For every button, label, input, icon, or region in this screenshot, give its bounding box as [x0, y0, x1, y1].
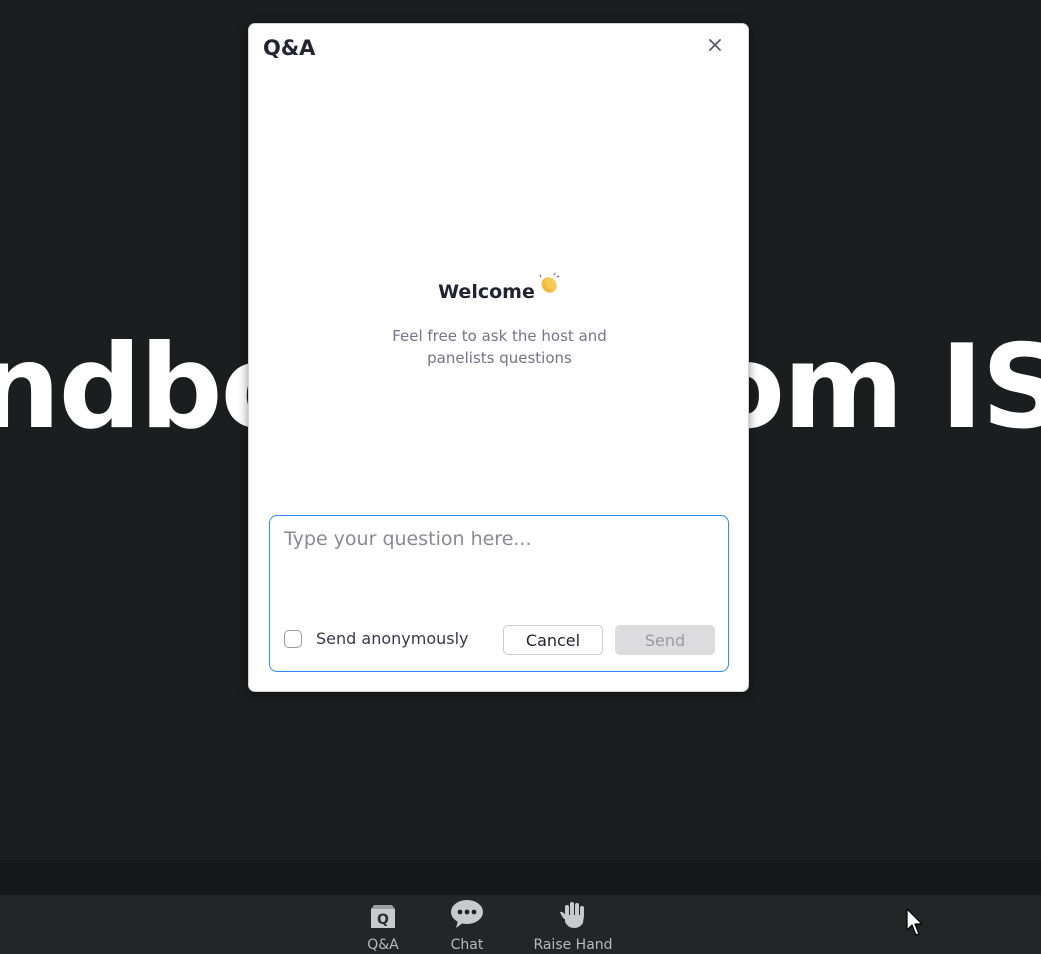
welcome-heading: Welcome — [438, 272, 561, 303]
toolbar-raise-hand-button[interactable]: Raise Hand — [520, 895, 626, 954]
raise-hand-icon — [558, 895, 588, 929]
close-icon — [709, 39, 721, 51]
cancel-button[interactable]: Cancel — [503, 625, 603, 655]
welcome-section: Welcome Feel free to ask the host and pa… — [249, 272, 750, 369]
toolbar-raise-hand-label: Raise Hand — [533, 937, 613, 953]
toolbar-qa-label: Q&A — [367, 937, 399, 953]
stage-bottom-strip — [0, 860, 1041, 895]
close-button[interactable] — [706, 36, 724, 54]
welcome-subtitle: Feel free to ask the host and panelists … — [392, 327, 607, 367]
toolbar-chat-label: Chat — [450, 937, 484, 953]
mouse-pointer-icon — [906, 908, 926, 942]
question-input[interactable] — [284, 528, 704, 598]
meeting-toolbar: Q Q&A Chat Raise Hand — [0, 895, 1041, 954]
svg-text:Q: Q — [377, 912, 389, 928]
qa-icon: Q — [368, 895, 398, 929]
chat-bubble-icon — [450, 895, 484, 929]
send-button[interactable]: Send — [615, 625, 715, 655]
qa-dialog: Q&A Welcome Feel free to ask the host an… — [248, 23, 749, 692]
send-anonymously-label: Send anonymously — [316, 629, 469, 648]
shared-screen-text-right: om IS — [705, 320, 1041, 455]
welcome-title: Welcome — [438, 281, 535, 303]
send-anonymously-checkbox[interactable] — [284, 629, 302, 648]
question-compose-box: Send anonymously Cancel Send — [269, 515, 729, 672]
clapping-hands-icon — [537, 272, 561, 301]
toolbar-qa-button[interactable]: Q Q&A — [356, 895, 410, 954]
toolbar-chat-button[interactable]: Chat — [440, 895, 494, 954]
dialog-title: Q&A — [263, 36, 316, 60]
send-anonymously-option[interactable]: Send anonymously — [284, 629, 469, 648]
